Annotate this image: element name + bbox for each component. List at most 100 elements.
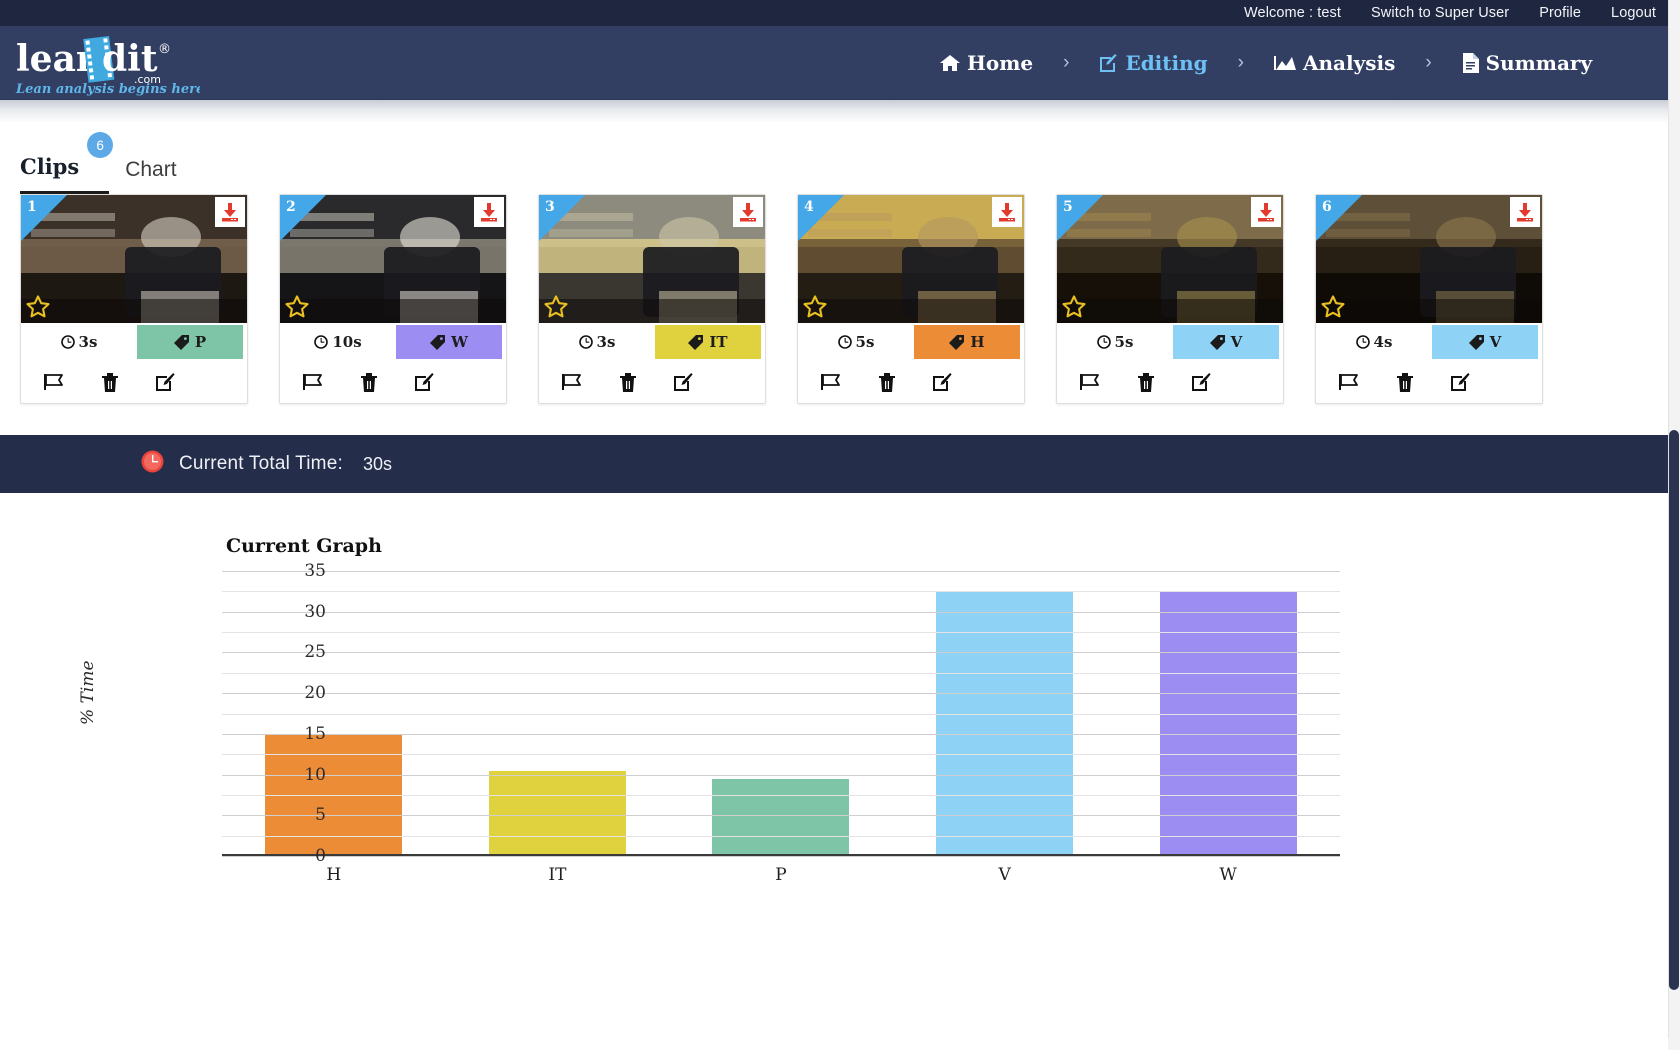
chart-gridline (222, 652, 1340, 654)
clip-card[interactable]: 3 3s IT (538, 194, 766, 404)
clip-card[interactable]: 4 5s H (797, 194, 1025, 404)
clip-duration-value: 3s (596, 333, 616, 351)
flag-button[interactable] (43, 372, 65, 392)
clip-action-row (21, 361, 247, 403)
download-icon (481, 203, 497, 222)
clip-number: 1 (27, 199, 37, 215)
clip-duration-value: 5s (855, 333, 875, 351)
favorite-button[interactable] (802, 294, 828, 320)
favorite-button[interactable] (1320, 294, 1346, 320)
chart-gridline (222, 591, 1340, 593)
star-icon (1062, 295, 1086, 318)
vertical-scrollbar[interactable] (1668, 0, 1680, 1050)
clip-number: 6 (1322, 199, 1332, 215)
favorite-button[interactable] (284, 294, 310, 320)
favorite-button[interactable] (1061, 294, 1087, 320)
clip-tag-pill[interactable]: W (396, 325, 502, 359)
clip-thumbnail[interactable]: 5 (1057, 195, 1283, 323)
chart-y-tick-label: 0 (315, 846, 326, 866)
chart-x-tick-labels: H IT P V W (222, 865, 1340, 885)
chart-bar[interactable] (936, 591, 1074, 856)
clip-card[interactable]: 5 5s V (1056, 194, 1284, 404)
clip-thumbnail[interactable]: 4 (798, 195, 1024, 323)
clip-tag-pill[interactable]: P (137, 325, 243, 359)
clip-thumbnail[interactable]: 1 (21, 195, 247, 323)
nav-item-home[interactable]: Home (940, 51, 1033, 75)
switch-to-super-user-link[interactable]: Switch to Super User (1371, 5, 1509, 21)
vertical-scrollbar-thumb[interactable] (1669, 430, 1679, 990)
download-button[interactable] (474, 197, 504, 227)
clip-tag-pill[interactable]: H (914, 325, 1020, 359)
edit-square-icon (1099, 53, 1118, 73)
clip-number: 3 (545, 199, 555, 215)
edit-button[interactable] (414, 372, 435, 393)
tab-clips[interactable]: Clips 6 (20, 132, 114, 194)
chart-gridline (222, 856, 1340, 857)
download-icon (740, 203, 756, 222)
flag-button[interactable] (561, 372, 583, 392)
delete-button[interactable] (1396, 372, 1414, 393)
flag-button[interactable] (820, 372, 842, 392)
clip-card[interactable]: 1 3s P (20, 194, 248, 404)
delete-button[interactable] (1137, 372, 1155, 393)
clip-thumbnail[interactable]: 3 (539, 195, 765, 323)
duration-clock-icon (837, 335, 852, 349)
brand-logo[interactable]: lean dit ® .com Lean analysis begins her… (14, 27, 204, 99)
delete-button[interactable] (878, 372, 896, 393)
clip-thumbnail[interactable]: 2 (280, 195, 506, 323)
download-button[interactable] (1251, 197, 1281, 227)
clip-meta-row: 5s V (1057, 323, 1283, 361)
edit-button[interactable] (673, 372, 694, 393)
delete-button[interactable] (101, 372, 119, 393)
clip-card[interactable]: 2 10s W (279, 194, 507, 404)
delete-button[interactable] (619, 372, 637, 393)
chart-bar[interactable] (488, 770, 626, 856)
flag-button[interactable] (1338, 372, 1360, 392)
edit-button[interactable] (932, 372, 953, 393)
chart-gridline (222, 632, 1340, 634)
total-time-value: 30s (362, 453, 392, 474)
edit-icon (415, 372, 434, 391)
download-button[interactable] (215, 197, 245, 227)
profile-link[interactable]: Profile (1539, 5, 1581, 21)
clip-card[interactable]: 6 4s V (1315, 194, 1543, 404)
download-button[interactable] (992, 197, 1022, 227)
delete-button[interactable] (360, 372, 378, 393)
clip-meta-row: 5s H (798, 323, 1024, 361)
clip-duration: 3s (539, 333, 655, 351)
download-button[interactable] (1510, 197, 1540, 227)
flag-button[interactable] (302, 372, 324, 392)
clip-tag-pill[interactable]: V (1173, 325, 1279, 359)
edit-button[interactable] (155, 372, 176, 393)
clip-duration: 5s (798, 333, 914, 351)
download-button[interactable] (733, 197, 763, 227)
nav-links: Home › Editing › Analysis › Summary (940, 26, 1592, 100)
chart-bar[interactable] (712, 778, 850, 856)
favorite-button[interactable] (25, 294, 51, 320)
nav-item-summary[interactable]: Summary (1462, 51, 1592, 75)
logout-link[interactable]: Logout (1611, 5, 1656, 21)
favorite-button[interactable] (543, 294, 569, 320)
nav-item-analysis[interactable]: Analysis (1273, 51, 1395, 75)
tab-clips-label: Clips (20, 154, 80, 179)
nav-separator-2: › (1237, 52, 1244, 73)
clip-thumbnail[interactable]: 6 (1316, 195, 1542, 323)
clip-meta-row: 10s W (280, 323, 506, 361)
flag-button[interactable] (1079, 372, 1101, 392)
clip-meta-row: 3s P (21, 323, 247, 361)
clip-duration: 5s (1057, 333, 1173, 351)
leanedit-logo-icon: lean dit ® .com Lean analysis begins her… (15, 35, 200, 97)
clip-tag-label: IT (709, 333, 728, 351)
clip-number-corner: 4 (798, 195, 844, 241)
chart-gridline (222, 672, 1340, 674)
nav-item-editing-label: Editing (1125, 51, 1208, 75)
edit-button[interactable] (1450, 372, 1471, 393)
nav-item-editing[interactable]: Editing (1099, 51, 1208, 75)
chart-bar[interactable] (1159, 591, 1297, 856)
edit-button[interactable] (1191, 372, 1212, 393)
clip-tag-pill[interactable]: IT (655, 325, 761, 359)
clip-meta-row: 3s IT (539, 323, 765, 361)
tab-chart[interactable]: Chart (125, 158, 176, 194)
total-time-label: Current Total Time: (179, 453, 343, 474)
clip-tag-pill[interactable]: V (1432, 325, 1538, 359)
